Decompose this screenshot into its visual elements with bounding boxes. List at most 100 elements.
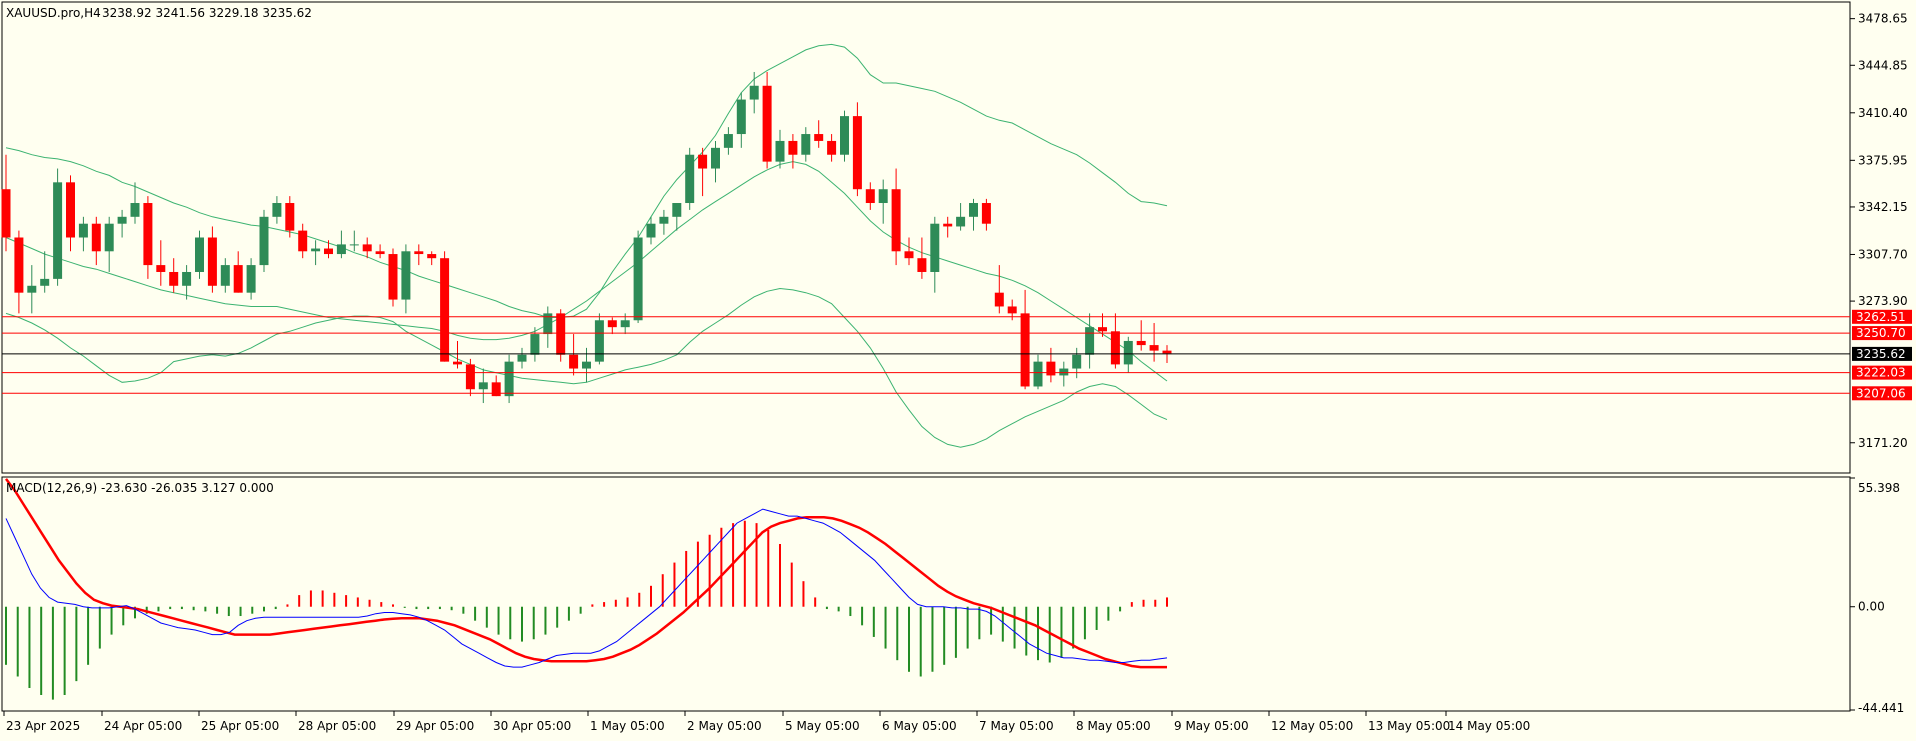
candle-body <box>698 154 708 169</box>
price-tick-label: 3273.90 <box>1858 294 1908 308</box>
candle-body <box>956 216 966 227</box>
candle-body <box>1020 313 1030 387</box>
candle-body <box>659 216 669 224</box>
candle-body <box>27 285 37 293</box>
price-tick-label: 3444.85 <box>1858 58 1908 72</box>
candle[interactable] <box>633 230 643 324</box>
candle-body <box>117 216 127 224</box>
level-label: 3262.51 <box>1856 310 1906 324</box>
candle[interactable] <box>840 110 849 162</box>
candle-body <box>878 189 888 204</box>
candle-body <box>711 147 720 169</box>
candle-body <box>259 216 269 266</box>
level-label: 3222.03 <box>1856 366 1906 380</box>
main-pane-frame <box>1 1 1851 474</box>
candle-body <box>246 265 256 293</box>
time-tick-label: 24 Apr 05:00 <box>104 719 182 733</box>
candle-body <box>749 85 759 100</box>
candle-body <box>156 265 166 272</box>
candle[interactable] <box>259 209 269 272</box>
candle[interactable] <box>195 230 204 279</box>
candle-body <box>78 223 88 238</box>
time-tick-label: 2 May 05:00 <box>687 719 762 733</box>
candle-body <box>530 334 540 355</box>
time-tick-label: 23 Apr 2025 <box>6 719 80 733</box>
candle[interactable] <box>504 354 514 404</box>
candle-body <box>53 182 63 279</box>
candle-body <box>1136 340 1146 346</box>
candle-body <box>272 203 282 217</box>
candle-body <box>1007 306 1017 314</box>
candle-body <box>775 140 785 162</box>
candle-body <box>91 223 101 252</box>
candle-body <box>685 154 695 204</box>
price-tick-label: 3307.70 <box>1858 247 1908 261</box>
level-label: 3250.70 <box>1856 326 1906 340</box>
candle-body <box>182 271 192 286</box>
candle-body <box>620 320 630 328</box>
candle-body <box>504 361 514 397</box>
candle-body <box>891 189 901 252</box>
candle-body <box>1033 361 1043 387</box>
time-tick-label: 28 Apr 05:00 <box>298 719 376 733</box>
candle-body <box>143 203 153 266</box>
candle-body <box>1 189 11 238</box>
candle-body <box>646 223 656 238</box>
price-axis: 3478.65 3444.85 3410.40 3375.95 3342.15 3307.… <box>1850 12 1908 450</box>
candle[interactable] <box>388 248 398 307</box>
candle-body <box>130 203 140 217</box>
candle-body <box>336 244 346 255</box>
candle-body <box>582 361 591 369</box>
candle-body <box>66 182 75 238</box>
price-tick-label: 3342.15 <box>1858 200 1908 214</box>
candle-body <box>14 237 24 293</box>
candle-body <box>827 140 837 155</box>
chart-title: XAUUSD.pro,H4 <box>6 6 101 20</box>
trading-chart[interactable]: 3262.51 3250.70 3222.03 3207.06 3235.62 3478… <box>0 0 1916 737</box>
candle-body <box>401 251 411 300</box>
candle[interactable] <box>594 313 604 365</box>
candle-body <box>569 354 579 369</box>
macd-tick-label: 55.398 <box>1858 481 1900 495</box>
time-tick-label: 30 Apr 05:00 <box>493 719 571 733</box>
chart-canvas[interactable]: 3262.51 3250.70 3222.03 3207.06 3235.62 3478… <box>0 0 1916 737</box>
candle-body <box>169 271 179 286</box>
level-label: 3207.06 <box>1856 386 1906 400</box>
macd-pane-frame <box>1 476 1851 712</box>
candle-body <box>672 203 682 217</box>
candle-body <box>801 134 811 155</box>
ohlc-readout: 3238.92 3241.56 3229.18 3235.62 <box>102 6 312 20</box>
candle-body <box>285 203 295 231</box>
candle-body <box>814 134 824 141</box>
candle-body <box>930 223 940 272</box>
candle-body <box>556 313 566 355</box>
candle-body <box>465 364 475 390</box>
candle-body <box>311 248 321 252</box>
time-tick-label: 8 May 05:00 <box>1076 719 1151 733</box>
candle[interactable] <box>440 251 450 362</box>
candle[interactable] <box>852 102 862 197</box>
price-tick-label: 3171.20 <box>1858 436 1908 450</box>
candle[interactable] <box>762 71 772 169</box>
macd-tick-label: 0.00 <box>1858 600 1885 614</box>
candle-body <box>233 265 243 293</box>
candle-body <box>852 116 862 190</box>
time-tick-label: 1 May 05:00 <box>590 719 665 733</box>
time-tick-label: 13 May 05:00 <box>1368 719 1450 733</box>
candle-body <box>994 292 1004 307</box>
candle-body <box>788 140 798 155</box>
candle-body <box>1072 354 1082 369</box>
time-tick-label: 7 May 05:00 <box>979 719 1054 733</box>
candle-body <box>1085 327 1095 355</box>
candle-body <box>388 254 398 300</box>
macd-tick-label: -44.441 <box>1858 701 1904 715</box>
candle[interactable] <box>685 147 695 210</box>
candle-body <box>1162 350 1172 354</box>
price-tick-label: 3375.95 <box>1858 153 1908 167</box>
candle-body <box>943 223 953 227</box>
candle-body <box>362 244 372 252</box>
candle-body <box>981 203 991 224</box>
candle[interactable] <box>53 168 63 286</box>
macd-label: MACD(12,26,9) -23.630 -26.035 3.127 0.00… <box>6 481 274 495</box>
candle-body <box>865 189 875 204</box>
